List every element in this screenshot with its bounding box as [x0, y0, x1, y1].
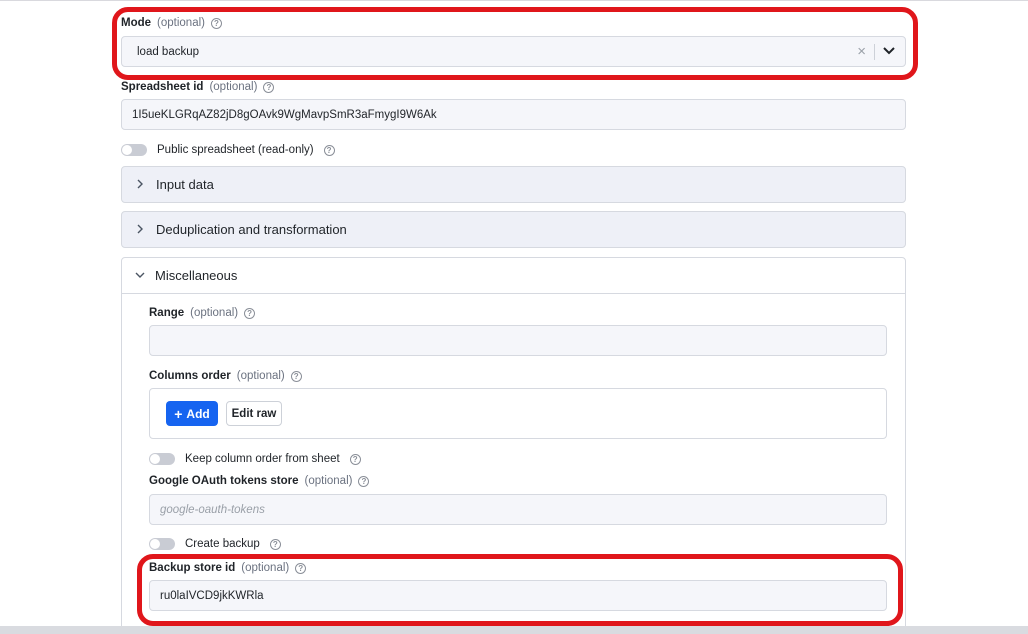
range-input[interactable] [149, 325, 887, 356]
create-backup-toggle-row: Create backup ? [149, 538, 281, 550]
keep-order-label: Keep column order from sheet [185, 453, 340, 465]
section-input-data[interactable]: Input data [121, 166, 906, 203]
spreadsheet-optional: (optional) [209, 81, 258, 93]
chevron-down-icon[interactable] [883, 46, 895, 58]
mode-value: load backup [137, 45, 200, 58]
section-miscellaneous-header[interactable]: Miscellaneous [121, 257, 906, 294]
oauth-optional: (optional) [304, 475, 353, 487]
mode-label: Mode [121, 17, 152, 29]
columns-order-label-row: Columns order (optional) ? [149, 370, 302, 382]
oauth-placeholder: google-oauth-tokens [160, 503, 265, 516]
range-label-row: Range (optional) ? [149, 307, 256, 319]
spreadsheet-id-input[interactable]: 1I5ueKLGRqAZ82jD8gOAvk9WgMavpSmR3aFmygI9… [121, 99, 906, 130]
top-divider [0, 0, 1028, 1]
help-icon[interactable]: ? [263, 81, 275, 93]
clear-icon[interactable]: × [857, 43, 866, 60]
edit-raw-label: Edit raw [231, 407, 277, 420]
backup-store-optional: (optional) [241, 562, 290, 574]
help-icon[interactable]: ? [295, 562, 307, 574]
oauth-label: Google OAuth tokens store [149, 475, 299, 487]
add-column-button[interactable]: + Add [166, 401, 218, 426]
edit-raw-button[interactable]: Edit raw [226, 401, 282, 426]
help-icon[interactable]: ? [358, 475, 370, 487]
public-spreadsheet-toggle[interactable] [121, 144, 147, 156]
spreadsheet-label-row: Spreadsheet id (optional) ? [121, 81, 275, 93]
chevron-down-icon [135, 268, 145, 282]
public-toggle-row: Public spreadsheet (read-only) ? [121, 144, 335, 156]
chevron-right-icon [136, 178, 146, 192]
oauth-label-row: Google OAuth tokens store (optional) ? [149, 475, 370, 487]
help-icon[interactable]: ? [323, 144, 335, 156]
help-icon[interactable]: ? [210, 17, 222, 29]
section-deduplication[interactable]: Deduplication and transformation [121, 211, 906, 248]
create-backup-label: Create backup [185, 538, 260, 550]
create-backup-toggle[interactable] [149, 538, 175, 550]
oauth-store-input[interactable]: google-oauth-tokens [149, 494, 887, 525]
plus-icon: + [174, 405, 183, 422]
spreadsheet-label: Spreadsheet id [121, 81, 204, 93]
mode-select[interactable]: load backup × [121, 36, 906, 67]
section-title: Input data [156, 177, 214, 192]
mode-label-row: Mode (optional) ? [121, 17, 222, 29]
help-icon[interactable]: ? [244, 307, 256, 319]
help-icon[interactable]: ? [349, 453, 361, 465]
backup-store-label-row: Backup store id (optional) ? [149, 562, 307, 574]
section-title: Miscellaneous [155, 267, 238, 283]
section-title: Deduplication and transformation [156, 222, 347, 237]
spreadsheet-value: 1I5ueKLGRqAZ82jD8gOAvk9WgMavpSmR3aFmygI9… [132, 108, 437, 121]
columns-order-optional: (optional) [236, 370, 285, 382]
add-button-label: Add [186, 406, 210, 421]
keep-order-toggle[interactable] [149, 453, 175, 465]
public-toggle-label: Public spreadsheet (read-only) [157, 144, 314, 156]
keep-order-toggle-row: Keep column order from sheet ? [149, 453, 361, 465]
help-icon[interactable]: ? [269, 538, 281, 550]
backup-store-label: Backup store id [149, 562, 236, 574]
backup-store-id-input[interactable]: ru0laIVCD9jkKWRla [149, 580, 887, 611]
mode-optional: (optional) [157, 17, 205, 29]
separator [874, 43, 875, 60]
help-icon[interactable]: ? [290, 370, 302, 382]
range-label: Range [149, 307, 185, 319]
bottom-scroll-edge [0, 626, 1028, 634]
range-optional: (optional) [190, 307, 239, 319]
columns-order-label: Columns order [149, 370, 231, 382]
chevron-right-icon [136, 223, 146, 237]
backup-store-value: ru0laIVCD9jkKWRla [160, 589, 264, 602]
